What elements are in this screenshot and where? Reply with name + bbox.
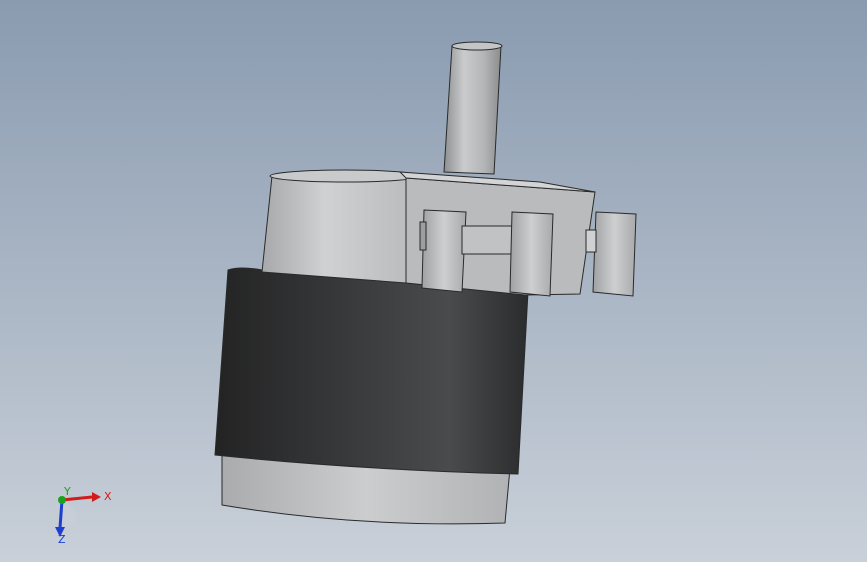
stator-band[interactable] <box>214 267 529 475</box>
post-left[interactable] <box>421 209 467 293</box>
graphics-viewport[interactable]: X Y Z <box>0 0 867 562</box>
output-shaft[interactable] <box>443 45 502 175</box>
post-middle[interactable] <box>509 211 554 297</box>
shaft-end <box>451 41 503 51</box>
slot-right <box>585 229 597 253</box>
tab-center <box>461 225 513 255</box>
model-canvas[interactable] <box>0 0 867 562</box>
post-right[interactable] <box>592 211 637 297</box>
top-cap[interactable] <box>261 171 421 284</box>
slot-left <box>419 221 427 251</box>
top-cap-rim <box>269 169 421 183</box>
